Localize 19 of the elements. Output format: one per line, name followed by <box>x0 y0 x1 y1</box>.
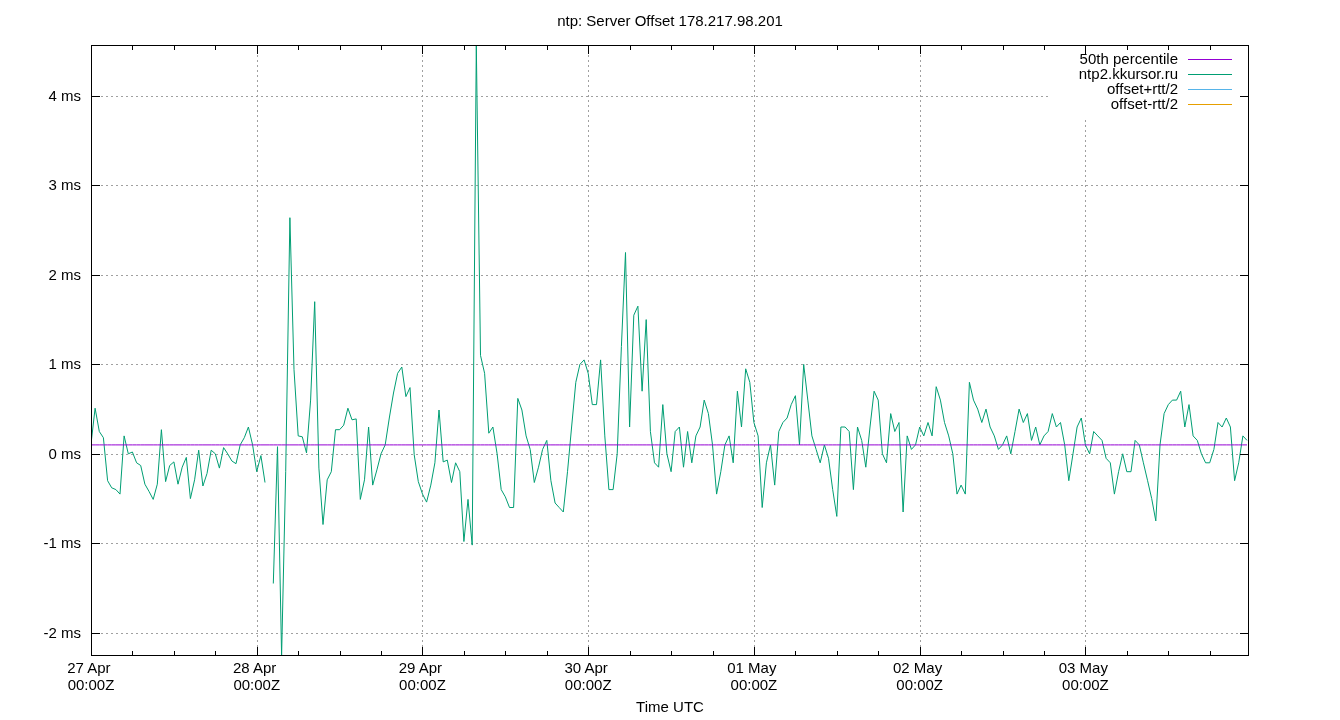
axis-tick-label: 01 May 00:00Z <box>727 659 778 693</box>
axis-tick-label: 30 Apr 00:00Z <box>564 659 612 693</box>
chart-title: ntp: Server Offset 178.217.98.201 <box>557 12 783 29</box>
axis-tick-label: 0 ms <box>48 444 81 462</box>
legend-label: 50th percentile <box>1079 50 1178 67</box>
axis-tick-label: -2 ms <box>43 623 81 641</box>
axis-tick-label: 4 ms <box>48 87 81 104</box>
axis-tick-label: -1 ms <box>43 534 81 552</box>
axis-tick-label: 27 Apr 00:00Z <box>67 659 115 693</box>
axis-tick-label: 02 May 00:00Z <box>893 659 944 693</box>
axis-tick-label: 29 Apr 00:00Z <box>398 659 446 693</box>
axis-tick-label: 03 May 00:00Z <box>1058 659 1109 693</box>
axis-title: Time UTC <box>636 698 704 715</box>
axis-tick-label: 3 ms <box>48 176 81 194</box>
axis-tick-label: 2 ms <box>48 265 81 283</box>
legend-label: offset+rtt/2 <box>1107 80 1178 97</box>
legend-label: offset-rtt/2 <box>1110 95 1178 112</box>
axis-tick-label: 28 Apr 00:00Z <box>232 659 281 693</box>
axis-tick-label: 1 ms <box>48 355 81 373</box>
